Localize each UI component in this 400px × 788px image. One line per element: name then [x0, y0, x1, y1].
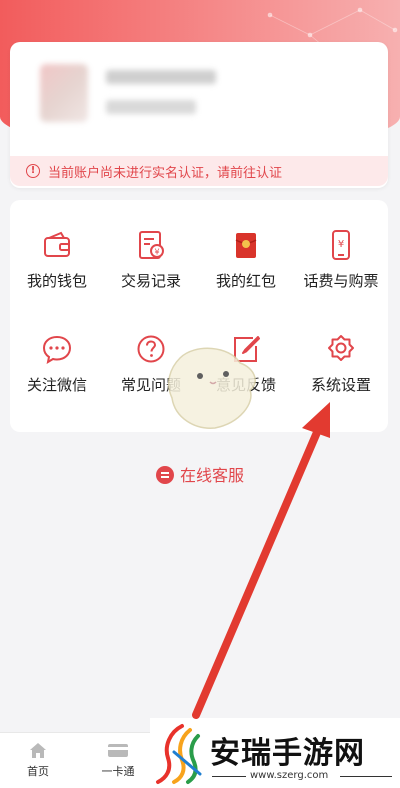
tab-card[interactable]: 一卡通: [88, 741, 148, 779]
menu-item-red-envelope[interactable]: 我的红包: [199, 230, 293, 320]
menu-item-label: 我的红包: [215, 272, 276, 290]
red-envelope-icon: [235, 233, 257, 258]
profile-card[interactable]: ! 当前账户尚未进行实名认证，请前往认证: [10, 42, 388, 188]
wallet-icon: [44, 231, 70, 257]
watermark-divider: [340, 776, 392, 777]
menu-item-label: 关注微信: [26, 376, 87, 394]
home-icon: [30, 743, 46, 758]
chat-bubble-icon: [155, 466, 174, 484]
account-blurred: [106, 100, 196, 114]
tab-label: 首页: [27, 765, 49, 778]
svg-text:¥: ¥: [338, 239, 344, 250]
online-service-button[interactable]: 在线客服: [0, 462, 400, 486]
verification-notice-text: 当前账户尚未进行实名认证，请前往认证: [48, 165, 283, 181]
watermark-url: www.szerg.com: [250, 770, 329, 781]
avatar[interactable]: [40, 64, 88, 122]
menu-item-label: 话费与购票: [303, 272, 379, 290]
menu-item-settings[interactable]: 系统设置: [294, 334, 388, 424]
username-blurred: [106, 70, 216, 84]
menu-item-label: 交易记录: [120, 272, 181, 290]
menu-item-label: 系统设置: [310, 376, 371, 394]
tab-home[interactable]: 首页: [8, 741, 68, 779]
watermark-emblem-icon: [156, 724, 202, 784]
watermark-mascot: [168, 347, 256, 429]
online-service-label: 在线客服: [179, 466, 244, 485]
watermark-logo: 安瑞手游网 www.szerg.com: [150, 718, 400, 788]
menu-item-phone-bill[interactable]: ¥ 话费与购票: [294, 230, 388, 320]
wechat-chat-icon: [42, 335, 72, 364]
menu-item-wallet[interactable]: 我的钱包: [10, 230, 104, 320]
watermark-divider: [212, 776, 246, 777]
verification-notice[interactable]: ! 当前账户尚未进行实名认证，请前往认证: [10, 156, 388, 186]
menu-item-wechat[interactable]: 关注微信: [10, 334, 104, 424]
phone-bill-icon: ¥: [332, 230, 350, 260]
card-icon: [108, 744, 128, 757]
transaction-record-icon: ¥: [139, 231, 164, 259]
gear-icon: [328, 335, 354, 361]
menu-item-label: 我的钱包: [26, 272, 87, 290]
tab-label: 一卡通: [101, 765, 135, 778]
warning-circle-icon: !: [26, 164, 40, 178]
watermark-title: 安瑞手游网: [210, 736, 365, 771]
svg-text:¥: ¥: [154, 248, 159, 257]
menu-item-transactions[interactable]: ¥ 交易记录: [104, 230, 198, 320]
